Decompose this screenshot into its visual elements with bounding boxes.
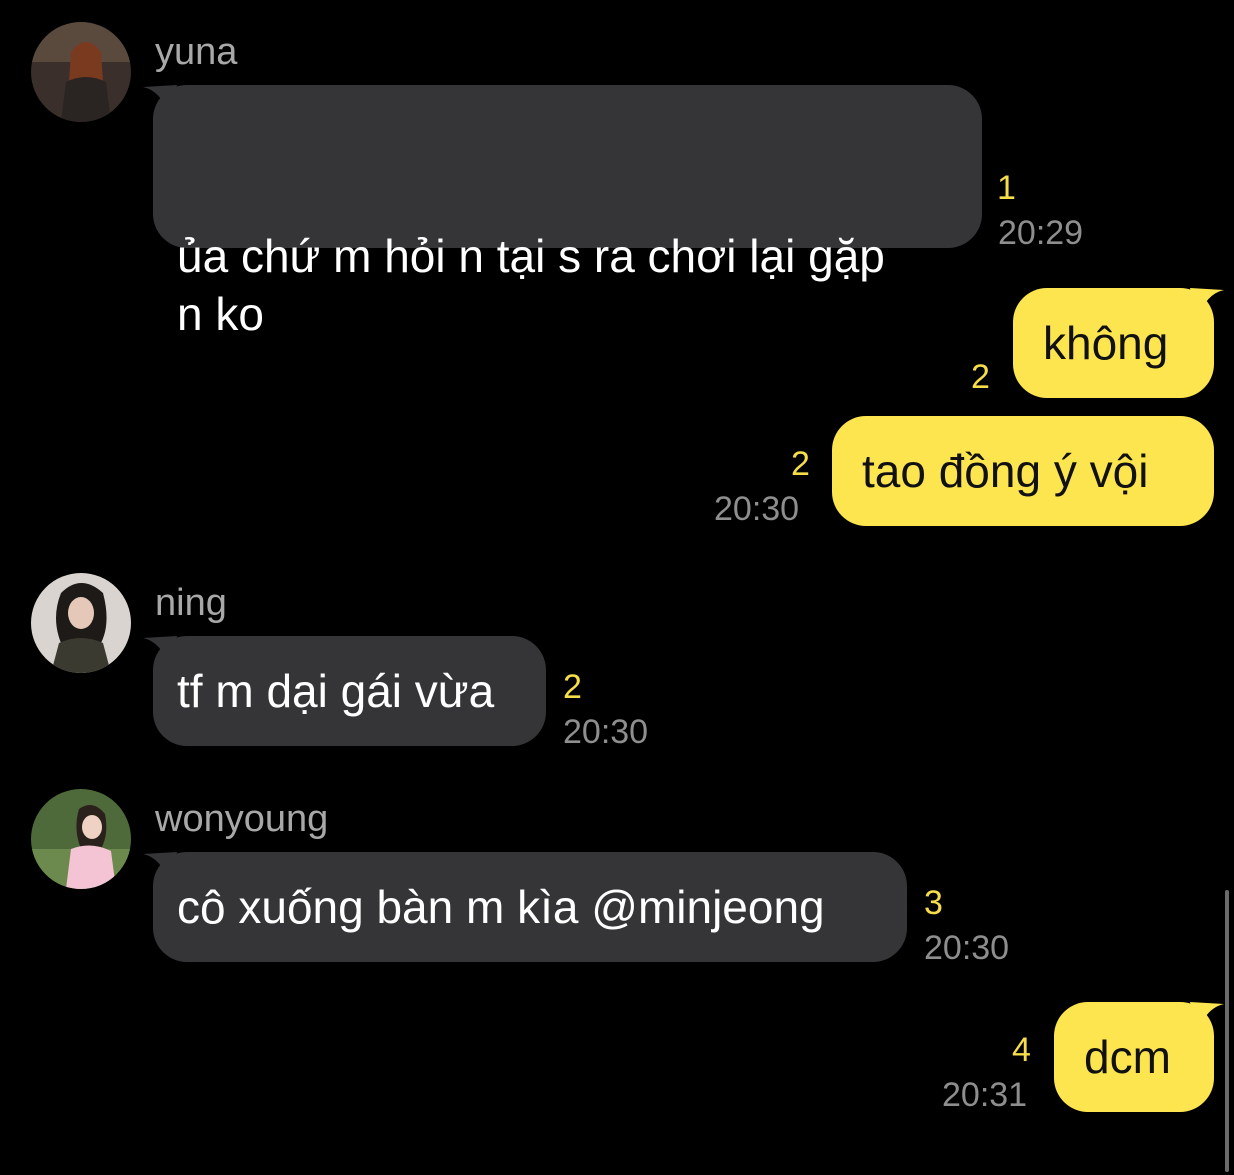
avatar-wonyoung-photo: [31, 789, 131, 889]
unread-count: 2: [791, 445, 810, 483]
bubble-tail: [1190, 1002, 1224, 1032]
bubble-tail: [143, 636, 177, 666]
unread-count: 2: [971, 358, 990, 396]
message-bubble[interactable]: tf m dại gái vừa: [143, 636, 546, 746]
message-text: tao đồng ý vội: [862, 445, 1149, 497]
avatar-wonyoung[interactable]: [31, 789, 131, 889]
sender-name: ning: [155, 582, 227, 624]
unread-count: 4: [1012, 1031, 1031, 1069]
message-bubble[interactable]: tao đồng ý vội: [832, 416, 1214, 526]
sender-name: wonyoung: [155, 798, 329, 840]
message-text: không: [1043, 317, 1169, 369]
unread-count: 1: [997, 169, 1016, 207]
message-time: 20:30: [714, 490, 800, 528]
avatar-yuna-photo: [31, 22, 131, 122]
scrollbar[interactable]: [1225, 890, 1229, 1172]
message-bubble[interactable]: ủa chứ m hỏi n tại s ra chơi lại gặp n k…: [143, 85, 982, 340]
avatar-ning-photo: [31, 573, 131, 673]
unread-count: 3: [924, 884, 943, 922]
message-text: dcm: [1084, 1031, 1171, 1083]
avatar-yuna[interactable]: [31, 22, 131, 122]
avatar-ning[interactable]: [31, 573, 131, 673]
message-text: cô xuống bàn m kìa @minjeong: [177, 881, 825, 933]
unread-count: 2: [563, 668, 582, 706]
bubble-tail: [143, 85, 177, 115]
bubble-tail: [1190, 288, 1224, 318]
message-time: 20:29: [998, 214, 1084, 252]
bubble-tail: [143, 852, 177, 882]
message-time: 20:30: [924, 929, 1010, 967]
message-text: ủa chứ m hỏi n tại s ra chơi lại gặp n k…: [177, 230, 885, 340]
message-bubble[interactable]: không: [1013, 288, 1224, 398]
message-text: tf m dại gái vừa: [177, 665, 495, 717]
message-time: 20:30: [563, 713, 649, 751]
message-bubble[interactable]: dcm: [1054, 1002, 1224, 1112]
message-time: 20:31: [942, 1076, 1028, 1114]
sender-name: yuna: [155, 31, 238, 73]
message-bubble[interactable]: cô xuống bàn m kìa @minjeong: [143, 852, 907, 962]
